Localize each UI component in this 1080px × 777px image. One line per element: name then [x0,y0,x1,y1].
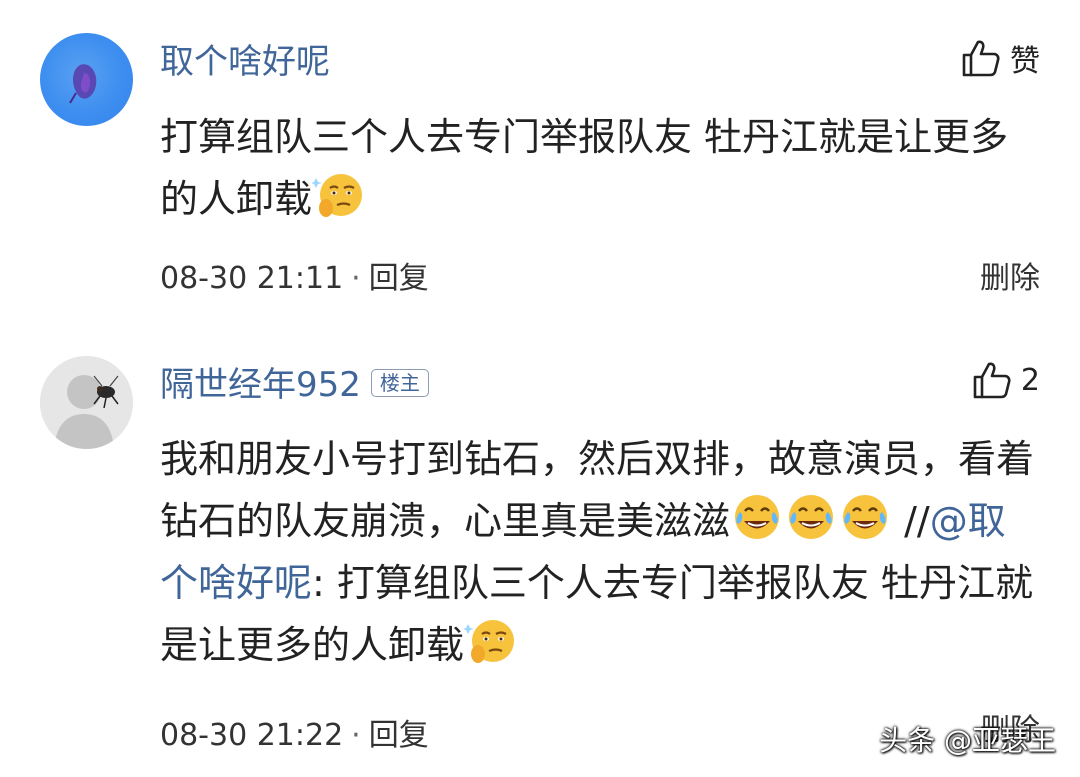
like-count: 2 [1020,362,1040,398]
reply-button[interactable]: 回复 [369,718,429,753]
watermark: 头条 @亚瑟王 [879,724,1056,757]
meta-separator: · [351,718,361,753]
smirk-emoji-icon [311,168,366,222]
comment-meta: 08-30 21:11 · 回复 [160,253,429,297]
crying-laugh-emoji-icon [838,490,892,544]
delete-button[interactable]: 删除 [980,253,1040,297]
meta-separator: · [351,261,361,296]
comment-text: 我和朋友小号打到钻石，然后双排，故意演员，看着钻石的队友崩溃，心里真是美滋滋 /… [160,428,1040,676]
repost-prefix: // [904,499,930,543]
comment-text: 打算组队三个人去专门举报队友 牡丹江就是让更多的人卸载 [160,106,1040,230]
crying-laugh-emoji-icon [730,490,784,544]
timestamp: 08-30 21:11 [160,261,344,296]
reply-button[interactable]: 回复 [369,261,429,296]
smirk-emoji-icon [463,614,518,668]
like-label: 赞 [1010,44,1040,79]
comment-thread: 取个啥好呢 赞 打算组队三个人去专门举报队友 牡丹江就是让更多的人卸载 08-3… [0,0,1080,777]
crying-laugh-emoji-icon [784,490,838,544]
comment-meta: 08-30 21:22 · 回复 [160,710,429,754]
author-badge: 楼主 [370,368,429,397]
username[interactable]: 取个啥好呢 [160,34,330,83]
username[interactable]: 隔世经年952 [160,365,361,405]
timestamp: 08-30 21:22 [160,718,344,753]
comment-body: 我和朋友小号打到钻石，然后双排，故意演员，看着钻石的队友崩溃，心里真是美滋滋 [160,437,1035,543]
thumbs-up-icon [973,362,1011,399]
avatar[interactable] [40,33,133,126]
username-row: 隔世经年952 楼主 [160,357,429,406]
thumbs-up-icon [962,40,1000,77]
like-button[interactable]: 赞 [960,36,1040,80]
like-button[interactable]: 2 [971,359,1040,401]
comment-body: 打算组队三个人去专门举报队友 牡丹江就是让更多的人卸载 [160,115,1009,221]
avatar[interactable] [40,356,133,449]
